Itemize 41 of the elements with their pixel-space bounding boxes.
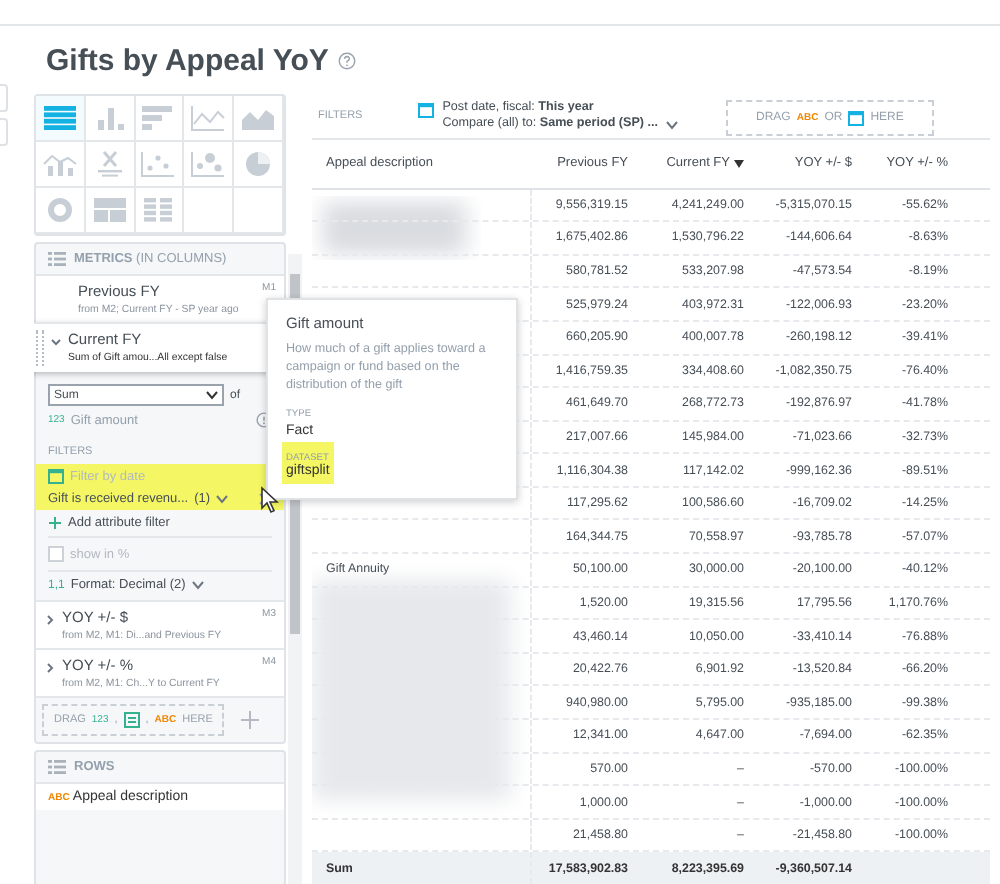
table-chart-icon <box>41 104 78 132</box>
calendar-icon <box>848 110 865 126</box>
scatter-chart-icon <box>140 150 177 178</box>
chart-type-button[interactable] <box>36 188 86 234</box>
chart-type-button[interactable] <box>36 96 86 142</box>
chevron-down-icon <box>50 336 62 348</box>
chart-type-button[interactable] <box>184 96 235 142</box>
chart-type-button[interactable] <box>85 142 136 188</box>
chevron-down-icon <box>191 580 204 590</box>
calendar-icon <box>418 102 435 118</box>
bar-chart-icon <box>140 104 177 132</box>
plus-icon <box>48 516 62 530</box>
chevron-right-icon <box>44 662 56 674</box>
combo-chart-icon <box>41 150 78 178</box>
report-title: Gifts by Appeal YoY <box>46 43 329 77</box>
drag-handle-icon[interactable] <box>36 330 44 366</box>
chevron-right-icon <box>44 614 56 626</box>
chevron-down-icon[interactable] <box>666 120 679 130</box>
sort-descending-icon <box>734 159 744 168</box>
chart-type-button[interactable] <box>36 142 86 188</box>
calendar-icon <box>48 468 64 484</box>
list-icon <box>48 760 66 774</box>
add-icon[interactable] <box>240 710 261 730</box>
area-chart-icon <box>240 104 277 132</box>
chart-type-button[interactable] <box>135 142 185 188</box>
chart-type-button[interactable] <box>135 96 185 142</box>
list-icon <box>48 252 66 266</box>
calendar-icon <box>123 712 140 728</box>
line-chart-icon <box>190 104 227 132</box>
chart-type-button[interactable] <box>234 96 284 142</box>
treemap-chart-icon <box>91 196 128 224</box>
chart-type-button[interactable] <box>184 142 235 188</box>
chevron-down-icon[interactable] <box>216 494 229 504</box>
checkbox[interactable] <box>48 546 64 562</box>
chart-type-button[interactable] <box>85 188 136 234</box>
chart-type-button[interactable] <box>135 188 185 234</box>
heatmap-chart-icon <box>140 196 177 224</box>
chart-type-button[interactable] <box>234 142 284 188</box>
chart-type-button[interactable] <box>85 96 136 142</box>
bubble-chart-icon <box>190 150 227 178</box>
help-icon[interactable] <box>338 51 357 69</box>
